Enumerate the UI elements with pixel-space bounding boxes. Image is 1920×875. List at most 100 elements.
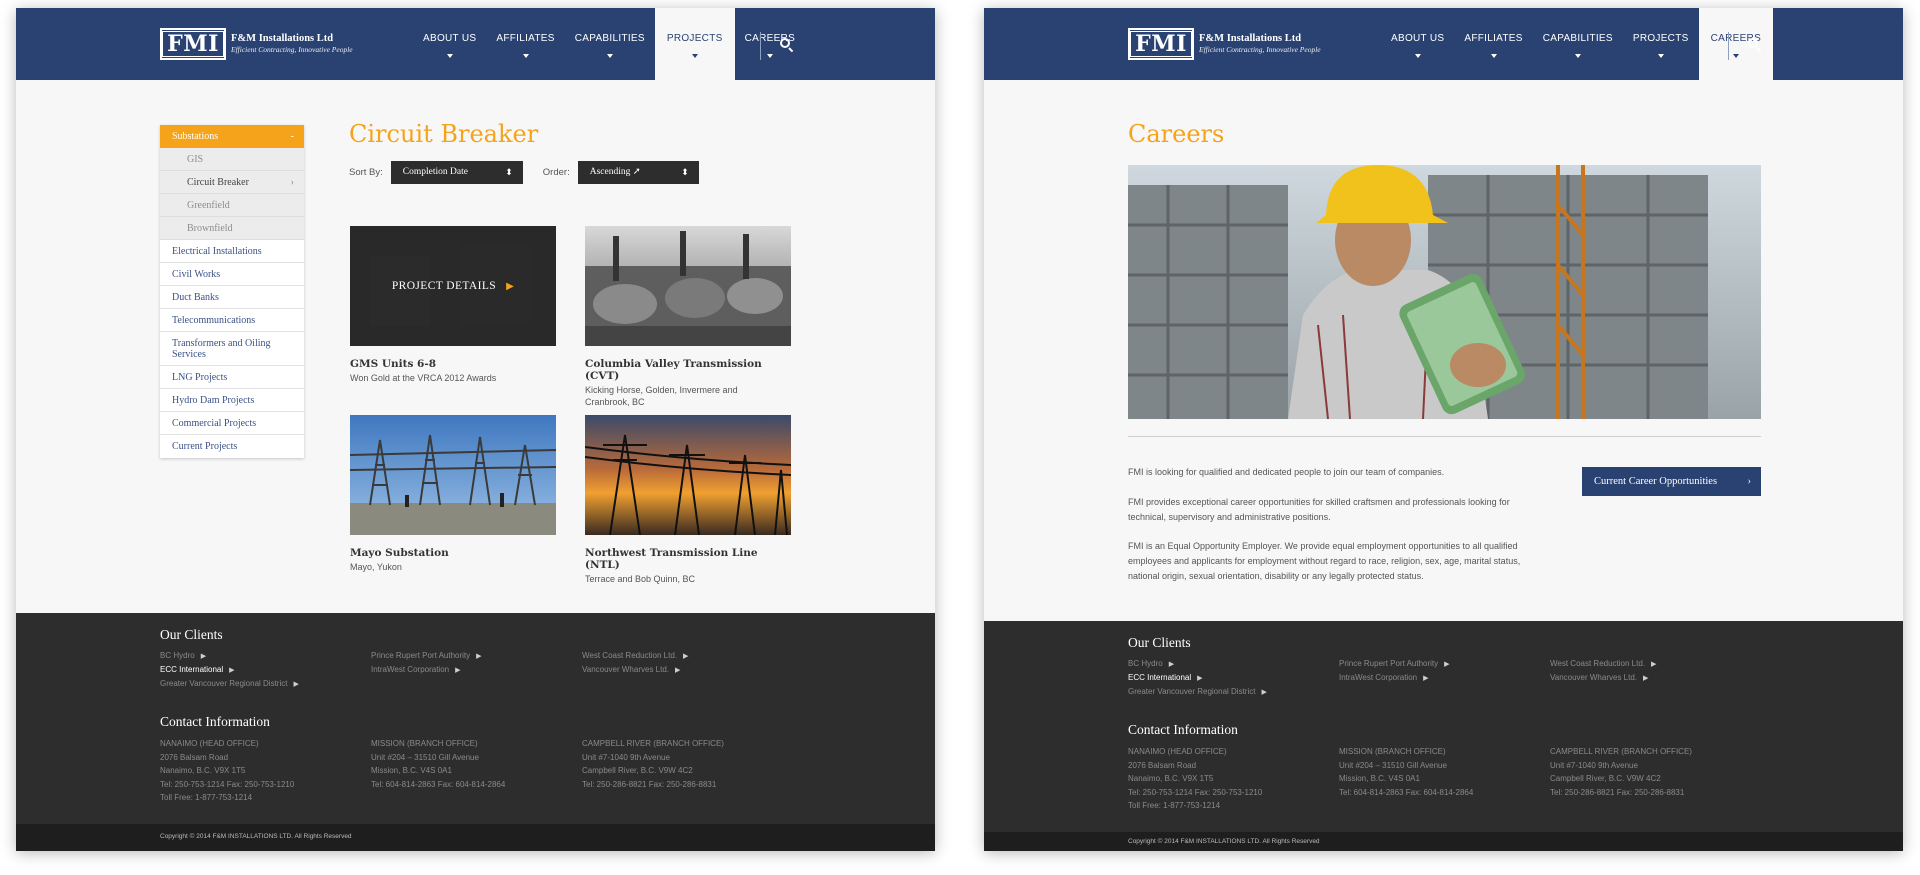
project-subtitle: Terrace and Bob Quinn, BC: [585, 574, 696, 584]
careers-paragraph: FMI is an Equal Opportunity Employer. We…: [1128, 541, 1521, 581]
copyright: Copyright © 2014 F&M INSTALLATIONS LTD. …: [160, 833, 352, 840]
caret-down-icon: [691, 53, 698, 58]
office-campbell-river: CAMPBELL RIVER (BRANCH OFFICE) Unit #7-1…: [582, 737, 724, 791]
project-details-overlay[interactable]: PROJECT DETAILS ▶: [350, 226, 556, 346]
sidebar-subitem-circuit-breaker[interactable]: Circuit Breaker ›: [160, 171, 304, 194]
project-title[interactable]: Columbia Valley Transmission (CVT): [585, 358, 791, 382]
office-line: Tel: 604-814-2863 Fax: 604-814-2864: [371, 779, 506, 789]
sidebar-item-electrical-installations[interactable]: Electrical Installations: [160, 240, 304, 263]
sidebar-item-substations[interactable]: Substations -: [160, 125, 304, 148]
nav-careers[interactable]: CAREERS: [735, 8, 805, 80]
client-link[interactable]: BC Hydro ▶: [1128, 659, 1174, 668]
project-title[interactable]: Northwest Transmission Line (NTL): [585, 547, 791, 571]
office-name: CAMPBELL RIVER (BRANCH OFFICE): [1550, 747, 1692, 756]
client-link[interactable]: Prince Rupert Port Authority ▶: [371, 651, 482, 660]
project-image[interactable]: [585, 226, 791, 346]
project-card[interactable]: PROJECT DETAILS ▶ GMS Units 6-8 Won Gold…: [350, 226, 556, 384]
search-icon[interactable]: [1748, 38, 1762, 53]
main-nav: ABOUT US AFFILIATES CAPABILITIES PROJECT…: [413, 8, 805, 80]
play-arrow-icon: ▶: [1423, 675, 1429, 682]
sidebar-item-current-projects[interactable]: Current Projects: [160, 435, 304, 458]
logo-mark-text: FMI: [162, 31, 224, 57]
client-link[interactable]: IntraWest Corporation ▶: [371, 665, 461, 674]
client-link[interactable]: Prince Rupert Port Authority ▶: [1339, 659, 1450, 668]
client-link[interactable]: West Coast Reduction Ltd. ▶: [582, 651, 688, 660]
client-label: Vancouver Wharves Ltd.: [582, 665, 670, 674]
current-career-opportunities-button[interactable]: Current Career Opportunities ›: [1582, 467, 1761, 496]
sidebar-item-civil-works[interactable]: Civil Works: [160, 263, 304, 286]
project-title[interactable]: GMS Units 6-8: [350, 358, 556, 370]
project-title[interactable]: Mayo Substation: [350, 547, 556, 559]
sidebar-item-transformers[interactable]: Transformers and Oiling Services: [160, 332, 304, 366]
caret-down-icon: [1657, 53, 1664, 58]
careers-page-panel: FMI F&M Installations Ltd Efficient Cont…: [984, 8, 1903, 851]
page-title: Circuit Breaker: [349, 120, 539, 148]
caret-down-icon: [766, 53, 773, 58]
nav-about-us[interactable]: ABOUT US: [1381, 8, 1454, 80]
project-card[interactable]: Northwest Transmission Line (NTL) Terrac…: [585, 415, 791, 585]
client-link[interactable]: IntraWest Corporation ▶: [1339, 673, 1429, 682]
client-label: IntraWest Corporation: [371, 665, 450, 674]
project-image[interactable]: [585, 415, 791, 535]
client-link[interactable]: BC Hydro ▶: [160, 651, 206, 660]
sidebar-item-lng-projects[interactable]: LNG Projects: [160, 366, 304, 389]
client-link[interactable]: Greater Vancouver Regional District ▶: [1128, 687, 1267, 696]
office-campbell-river: CAMPBELL RIVER (BRANCH OFFICE) Unit #7-1…: [1550, 745, 1692, 799]
project-image[interactable]: PROJECT DETAILS ▶: [350, 226, 556, 346]
play-arrow-icon: ▶: [1651, 661, 1657, 668]
nav-affiliates[interactable]: AFFILIATES: [486, 8, 564, 80]
nav-projects[interactable]: PROJECTS: [654, 8, 735, 80]
project-image[interactable]: [350, 415, 556, 535]
site-logo[interactable]: FMI F&M Installations Ltd Efficient Cont…: [1128, 28, 1321, 60]
client-link[interactable]: Vancouver Wharves Ltd. ▶: [582, 665, 680, 674]
sidebar-subitem-label: Greenfield: [187, 200, 230, 211]
nav-capabilities[interactable]: CAPABILITIES: [1533, 8, 1623, 80]
chevron-right-icon: ›: [1747, 476, 1751, 487]
caret-down-icon: [446, 53, 453, 58]
sort-by-label: Sort By:: [349, 167, 383, 178]
projects-page-panel: FMI F&M Installations Ltd Efficient Cont…: [16, 8, 935, 851]
client-link[interactable]: ECC International ▶: [1128, 673, 1203, 682]
project-card[interactable]: Mayo Substation Mayo, Yukon: [350, 415, 556, 573]
client-link[interactable]: ECC International ▶: [160, 665, 235, 674]
project-card[interactable]: Columbia Valley Transmission (CVT) Kicki…: [585, 226, 791, 408]
play-arrow-icon: ▶: [675, 667, 681, 674]
office-name: MISSION (BRANCH OFFICE): [1339, 747, 1446, 756]
sidebar-subitem-greenfield[interactable]: Greenfield: [160, 194, 304, 217]
site-header: FMI F&M Installations Ltd Efficient Cont…: [984, 8, 1903, 80]
worker-with-tablet-photo: [1128, 165, 1761, 419]
sidebar-item-label: Substations: [172, 131, 219, 142]
nav-about-us[interactable]: ABOUT US: [413, 8, 486, 80]
sidebar-subitem-gis[interactable]: GIS: [160, 148, 304, 171]
office-line: Tel: 250-286-8821 Fax: 250-286-8831: [582, 779, 717, 789]
clients-heading: Our Clients: [1128, 635, 1191, 650]
logo-mark: FMI: [160, 28, 226, 60]
sidebar-subitem-brownfield[interactable]: Brownfield: [160, 217, 304, 240]
nav-label: CAPABILITIES: [574, 32, 645, 44]
search-icon[interactable]: [780, 38, 794, 53]
sidebar-item-duct-banks[interactable]: Duct Banks: [160, 286, 304, 309]
cta-label: Current Career Opportunities: [1594, 476, 1718, 487]
nav-affiliates[interactable]: AFFILIATES: [1454, 8, 1532, 80]
office-line: Tel: 604-814-2863 Fax: 604-814-2864: [1339, 787, 1474, 797]
office-line: Nanaimo, B.C. V9X 1T5: [160, 766, 246, 775]
sidebar-item-hydro-dam-projects[interactable]: Hydro Dam Projects: [160, 389, 304, 412]
client-label: West Coast Reduction Ltd.: [582, 651, 678, 660]
play-arrow-icon: ▶: [506, 280, 515, 292]
brand-tagline: Efficient Contracting, Innovative People: [231, 45, 353, 54]
sidebar-item-label: Commercial Projects: [172, 418, 257, 429]
sidebar-item-telecommunications[interactable]: Telecommunications: [160, 309, 304, 332]
order-select[interactable]: Ascending ➚ ⬍: [577, 161, 699, 184]
client-link[interactable]: West Coast Reduction Ltd. ▶: [1550, 659, 1656, 668]
client-link[interactable]: Greater Vancouver Regional District ▶: [160, 679, 299, 688]
sort-by-select[interactable]: Completion Date ⬍: [390, 161, 523, 184]
play-arrow-icon: ▶: [1197, 675, 1203, 682]
client-link[interactable]: Vancouver Wharves Ltd. ▶: [1550, 673, 1648, 682]
sidebar-item-commercial-projects[interactable]: Commercial Projects: [160, 412, 304, 435]
client-label: ECC International: [1128, 673, 1192, 682]
nav-label: AFFILIATES: [496, 32, 555, 44]
nav-capabilities[interactable]: CAPABILITIES: [565, 8, 655, 80]
office-line: Tel: 250-286-8821 Fax: 250-286-8831: [1550, 787, 1685, 797]
nav-projects[interactable]: PROJECTS: [1623, 8, 1699, 80]
site-logo[interactable]: FMI F&M Installations Ltd Efficient Cont…: [160, 28, 353, 60]
